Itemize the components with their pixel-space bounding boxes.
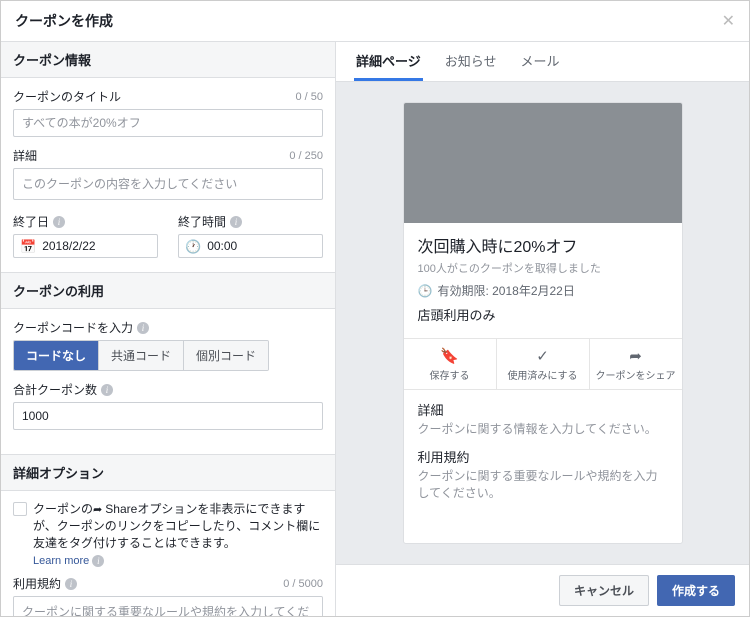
- code-individual-tab[interactable]: 個別コード: [184, 341, 268, 370]
- coupon-valid: 有効期限: 2018年2月22日: [437, 282, 574, 299]
- share-icon: ➦: [93, 504, 105, 516]
- learn-more-link[interactable]: Learn more i: [33, 555, 104, 567]
- hide-share-text: クーポンの➦ Shareオプションを非表示にできますが、クーポンのリンクをコピー…: [33, 501, 323, 569]
- form-panel: クーポン情報 クーポンのタイトル 0 / 50 詳細 0 / 250: [1, 42, 336, 616]
- terms-counter: 0 / 5000: [283, 578, 323, 590]
- used-action[interactable]: ✓使用済みにする: [496, 339, 589, 389]
- section-coupon-usage: クーポンの利用: [1, 272, 335, 309]
- terms-label: 利用規約: [13, 575, 61, 592]
- code-label: クーポンコードを入力: [13, 319, 133, 336]
- end-time-value: 00:00: [207, 239, 316, 253]
- end-date-input[interactable]: 📅 2018/2/22: [13, 234, 158, 258]
- dialog-footer: キャンセル 作成する: [336, 564, 749, 616]
- dialog-header: クーポンを作成 ✕: [1, 1, 749, 42]
- section-advanced: 詳細オプション: [1, 454, 335, 491]
- dialog-body: クーポン情報 クーポンのタイトル 0 / 50 詳細 0 / 250: [1, 42, 749, 616]
- dialog-title: クーポンを作成: [15, 11, 113, 31]
- calendar-icon: 📅: [20, 240, 36, 253]
- total-input[interactable]: [13, 402, 323, 430]
- coupon-claimed: 100人がこのクーポンを取得しました: [418, 260, 668, 276]
- preview-detail-text: クーポンに関する情報を入力してください。: [418, 421, 668, 438]
- info-icon[interactable]: i: [101, 384, 113, 396]
- details-counter: 0 / 250: [289, 150, 323, 162]
- details-input[interactable]: [13, 168, 323, 200]
- title-counter: 0 / 50: [295, 91, 323, 103]
- clock-icon: 🕐: [185, 240, 201, 253]
- terms-input[interactable]: [13, 596, 323, 616]
- preview-area: 次回購入時に20%オフ 100人がこのクーポンを取得しました 🕒 有効期限: 20…: [336, 82, 749, 564]
- code-common-tab[interactable]: 共通コード: [99, 341, 184, 370]
- cancel-button[interactable]: キャンセル: [559, 575, 649, 606]
- check-icon: ✓: [501, 347, 585, 367]
- info-icon[interactable]: i: [53, 216, 65, 228]
- share-action[interactable]: ➦クーポンをシェア: [589, 339, 682, 389]
- create-button[interactable]: 作成する: [657, 575, 735, 606]
- close-icon[interactable]: ✕: [722, 11, 735, 31]
- tab-mail[interactable]: メール: [519, 42, 562, 81]
- preview-terms-head: 利用規約: [418, 447, 668, 466]
- preview-panel: 詳細ページ お知らせ メール 次回購入時に20%オフ 100人がこのクーポンを取…: [336, 42, 749, 616]
- end-time-input[interactable]: 🕐 00:00: [178, 234, 323, 258]
- coupon-image-placeholder: [404, 103, 682, 223]
- coupon-card: 次回購入時に20%オフ 100人がこのクーポンを取得しました 🕒 有効期限: 20…: [403, 102, 683, 544]
- tab-notice[interactable]: お知らせ: [443, 42, 499, 81]
- title-label: クーポンのタイトル: [13, 88, 121, 105]
- clock-icon: 🕒: [418, 284, 433, 298]
- code-type-segmented: コードなし 共通コード 個別コード: [13, 340, 269, 371]
- end-date-value: 2018/2/22: [42, 239, 151, 253]
- total-label: 合計クーポン数: [13, 381, 97, 398]
- create-coupon-dialog: クーポンを作成 ✕ クーポン情報 クーポンのタイトル 0 / 50 詳細 0 /…: [0, 0, 750, 617]
- tab-detail[interactable]: 詳細ページ: [354, 42, 423, 81]
- details-label: 詳細: [13, 147, 37, 164]
- end-time-label: 終了時間: [178, 213, 226, 230]
- coupon-store-only: 店頭利用のみ: [418, 305, 668, 324]
- coupon-actions: 🔖保存する ✓使用済みにする ➦クーポンをシェア: [404, 338, 682, 390]
- coupon-title: 次回購入時に20%オフ: [418, 233, 668, 257]
- info-icon[interactable]: i: [230, 216, 242, 228]
- info-icon[interactable]: i: [65, 578, 77, 590]
- save-action[interactable]: 🔖保存する: [404, 339, 496, 389]
- info-icon[interactable]: i: [137, 322, 149, 334]
- preview-terms-text: クーポンに関する重要なルールや規約を入力してください。: [418, 468, 668, 502]
- info-icon: i: [92, 555, 104, 567]
- title-input[interactable]: [13, 109, 323, 137]
- preview-detail-head: 詳細: [418, 400, 668, 419]
- bookmark-icon: 🔖: [408, 347, 492, 367]
- share-icon: ➦: [594, 347, 678, 367]
- end-date-label: 終了日: [13, 213, 49, 230]
- code-none-tab[interactable]: コードなし: [14, 341, 99, 370]
- section-coupon-info: クーポン情報: [1, 42, 335, 78]
- preview-tabs: 詳細ページ お知らせ メール: [336, 42, 749, 82]
- hide-share-checkbox[interactable]: [13, 502, 27, 516]
